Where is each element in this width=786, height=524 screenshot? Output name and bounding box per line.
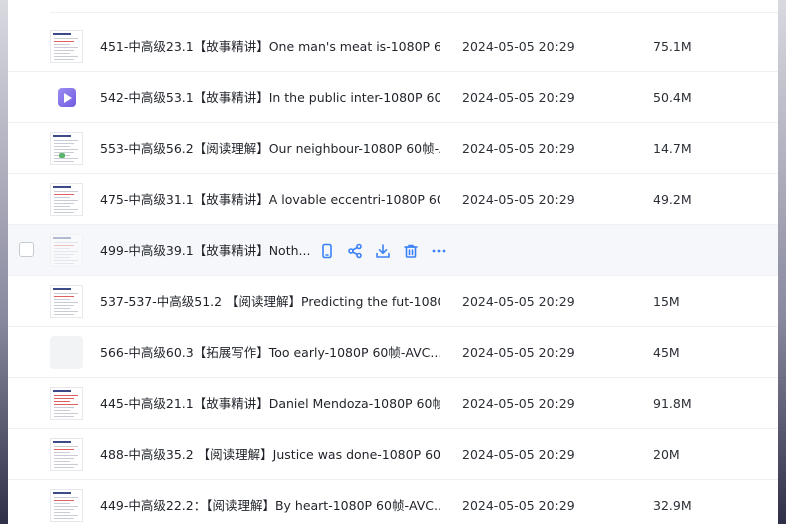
file-thumbnail: [50, 336, 83, 369]
file-row[interactable]: 451-中高级23.1【故事精讲】One man's meat is-1080P…: [8, 21, 778, 72]
file-list-panel: 451-中高级23.1【故事精讲】One man's meat is-1080P…: [8, 0, 778, 524]
file-date: 2024-05-05 20:29: [462, 90, 575, 105]
file-row[interactable]: 475-中高级31.1【故事精讲】A lovable eccentri-1080…: [8, 174, 778, 225]
file-date: 2024-05-05 20:29: [462, 345, 575, 360]
file-row[interactable]: 566-中高级60.3【拓展写作】Too early-1080P 60帧-AVC…: [8, 327, 778, 378]
divider: [50, 12, 778, 13]
file-size: 75.1M: [653, 39, 692, 54]
trash-icon[interactable]: [402, 242, 420, 260]
file-date: 2024-05-05 20:29: [462, 192, 575, 207]
row-actions: [318, 225, 458, 276]
file-date: 2024-05-05 20:29: [462, 141, 575, 156]
file-size: 49.2M: [653, 192, 692, 207]
file-row[interactable]: 449-中高级22.2：【阅读理解】By heart-1080P 60帧-AVC…: [8, 480, 778, 524]
file-date: 2024-05-05 20:29: [462, 294, 575, 309]
file-name[interactable]: 451-中高级23.1【故事精讲】One man's meat is-1080P…: [100, 21, 440, 72]
file-row[interactable]: 542-中高级53.1【故事精讲】In the public inter-108…: [8, 72, 778, 123]
file-thumbnail: [50, 132, 83, 165]
file-thumbnail: [50, 489, 83, 522]
video-file-icon: [50, 81, 83, 114]
file-name[interactable]: 488-中高级35.2 【阅读理解】Justice was done-1080P…: [100, 429, 440, 480]
file-thumbnail: [50, 438, 83, 471]
row-checkbox[interactable]: [19, 242, 34, 257]
file-row[interactable]: 488-中高级35.2 【阅读理解】Justice was done-1080P…: [8, 429, 778, 480]
file-size: 14.7M: [653, 141, 692, 156]
file-name[interactable]: 553-中高级56.2【阅读理解】Our neighbour-1080P 60帧…: [100, 123, 440, 174]
file-row[interactable]: 537-537-中高级51.2 【阅读理解】Predicting the fut…: [8, 276, 778, 327]
file-name[interactable]: 537-537-中高级51.2 【阅读理解】Predicting the fut…: [100, 276, 440, 327]
download-icon[interactable]: [374, 242, 392, 260]
file-size: 15M: [653, 294, 680, 309]
file-row[interactable]: 553-中高级56.2【阅读理解】Our neighbour-1080P 60帧…: [8, 123, 778, 174]
file-date: 2024-05-05 20:29: [462, 396, 575, 411]
file-size: 20M: [653, 447, 680, 462]
file-list: 451-中高级23.1【故事精讲】One man's meat is-1080P…: [8, 21, 778, 524]
file-row[interactable]: 499-中高级39.1【故事精讲】Noth...: [8, 225, 778, 276]
file-size: 45M: [653, 345, 680, 360]
file-thumbnail: [50, 30, 83, 63]
file-thumbnail: [50, 183, 83, 216]
file-name[interactable]: 445-中高级21.1【故事精讲】Daniel Mendoza-1080P 60…: [100, 378, 440, 429]
phone-icon[interactable]: [318, 242, 336, 260]
file-date: 2024-05-05 20:29: [462, 498, 575, 513]
file-date: 2024-05-05 20:29: [462, 447, 575, 462]
file-name[interactable]: 542-中高级53.1【故事精讲】In the public inter-108…: [100, 72, 440, 123]
file-size: 50.4M: [653, 90, 692, 105]
file-thumbnail: [50, 387, 83, 420]
file-row[interactable]: 445-中高级21.1【故事精讲】Daniel Mendoza-1080P 60…: [8, 378, 778, 429]
share-icon[interactable]: [346, 242, 364, 260]
file-name[interactable]: 475-中高级31.1【故事精讲】A lovable eccentri-1080…: [100, 174, 440, 225]
file-thumbnail: [50, 285, 83, 318]
file-name[interactable]: 566-中高级60.3【拓展写作】Too early-1080P 60帧-AVC…: [100, 327, 440, 378]
file-name[interactable]: 449-中高级22.2：【阅读理解】By heart-1080P 60帧-AVC…: [100, 480, 440, 524]
more-icon[interactable]: [430, 242, 448, 260]
file-size: 32.9M: [653, 498, 692, 513]
file-thumbnail: [50, 234, 83, 267]
file-name[interactable]: 499-中高级39.1【故事精讲】Noth...: [100, 225, 310, 276]
file-size: 91.8M: [653, 396, 692, 411]
file-date: 2024-05-05 20:29: [462, 39, 575, 54]
